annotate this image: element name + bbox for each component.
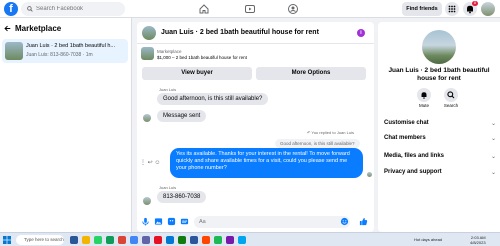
section-privacy-support[interactable]: Privacy and support ⌄ (384, 169, 496, 176)
search-icon (27, 6, 33, 12)
clock-date: 4/8/2023 (470, 240, 486, 245)
menu-button[interactable] (445, 2, 459, 16)
word-icon[interactable] (190, 236, 198, 244)
conversation-details-panel: Juan Luis · 2 bed 1bath beautiful house … (378, 22, 500, 232)
weather-widget[interactable]: Hot days ahead (414, 237, 442, 242)
reply-icon[interactable]: ↩ (148, 160, 153, 166)
chevron-down-icon: ⌄ (490, 121, 496, 127)
emoji-icon[interactable] (340, 217, 349, 226)
search-icon (447, 91, 455, 99)
incoming-message[interactable]: Message sent (157, 110, 207, 122)
chevron-down-icon: ⌄ (490, 136, 496, 142)
profile-avatar[interactable] (481, 2, 495, 16)
system-clock[interactable]: 2:03 AM 4/8/2023 (470, 235, 486, 245)
search-bar[interactable] (21, 2, 125, 16)
sender-avatar (143, 114, 151, 122)
message-actions: ⋮ ↩ ☺ (140, 159, 161, 166)
search-label: Search (443, 103, 459, 108)
chat-panel: Juan Luis · 2 bed 1bath beautiful house … (137, 22, 374, 232)
sender-name: Juan Luis (159, 185, 177, 190)
react-icon[interactable]: ☺ (154, 160, 160, 166)
notifications-badge: 8 (472, 1, 478, 6)
app-icon[interactable] (214, 236, 222, 244)
sender-name: Juan Luis (159, 87, 177, 92)
incoming-message[interactable]: 813-860-7038 (157, 191, 207, 203)
file-explorer-icon[interactable] (82, 236, 90, 244)
seen-indicator-avatar (367, 172, 372, 177)
listing-thumbnail (5, 42, 23, 60)
home-icon[interactable] (198, 3, 210, 15)
marketplace-inbox-sidebar: Marketplace Juan Luis · 2 bed 1bath beau… (0, 18, 132, 232)
incoming-message[interactable]: Good afternoon, is this still available? (157, 93, 269, 105)
image-icon[interactable] (154, 217, 163, 226)
back-arrow-icon[interactable] (4, 25, 11, 32)
app-icon[interactable] (154, 236, 162, 244)
sidebar-title: Marketplace (15, 24, 62, 33)
chat-avatar[interactable] (142, 26, 156, 40)
section-label: Chat members (384, 135, 426, 141)
app-icon[interactable] (226, 236, 234, 244)
chrome-icon[interactable] (130, 236, 138, 244)
section-label: Customise chat (384, 120, 429, 126)
listing-summary[interactable]: $1,000 – 2 bed 1bath beautiful house for… (157, 55, 247, 60)
bell-icon (421, 92, 427, 99)
section-label: Media, files and links (384, 153, 445, 159)
mute-button[interactable] (417, 88, 431, 102)
message-input[interactable] (194, 216, 350, 228)
app-icon[interactable] (106, 236, 114, 244)
view-buyer-button[interactable]: View buyer (142, 67, 252, 80)
section-media-files-links[interactable]: Media, files and links ⌄ (384, 153, 496, 160)
top-navigation-bar: f Find friends 8 (0, 0, 500, 18)
section-customise-chat[interactable]: Customise chat ⌄ (384, 120, 496, 127)
excel-icon[interactable] (178, 236, 186, 244)
search-input[interactable] (36, 6, 124, 12)
section-label: Privacy and support (384, 169, 442, 175)
reply-note: ↶ You replied to Juan Luis (307, 130, 354, 135)
sidebar-header: Marketplace (4, 24, 61, 33)
windows-taskbar: Type here to search Hot days ahead 2:03 … (0, 232, 500, 246)
reply-note-text: You replied to Juan Luis (311, 130, 354, 135)
app-icon[interactable] (142, 236, 150, 244)
thumbs-up-icon[interactable] (359, 217, 368, 226)
chevron-down-icon: ⌄ (490, 154, 496, 160)
conversation-title: Juan Luis · 2 bed 1bath beautiful h... (26, 43, 115, 49)
taskbar-search[interactable]: Type here to search (16, 235, 64, 245)
sticker-icon[interactable] (167, 217, 176, 226)
chevron-down-icon: ⌄ (490, 170, 496, 176)
sender-avatar (143, 197, 151, 205)
windows-start-icon[interactable] (3, 236, 11, 244)
grid-menu-icon (448, 5, 456, 13)
mute-label: Mute (418, 103, 429, 108)
video-icon[interactable] (244, 3, 256, 15)
details-title: Juan Luis · 2 bed 1bath beautiful house … (388, 67, 490, 82)
gif-icon[interactable]: GIF (180, 217, 189, 226)
task-view-icon[interactable] (70, 236, 78, 244)
groups-icon[interactable] (287, 3, 299, 15)
app-icon[interactable] (202, 236, 210, 244)
microphone-icon[interactable] (141, 217, 150, 226)
edge-icon[interactable] (166, 236, 174, 244)
conversation-preview: Juan Luis: 813-860-7038 · 1m (26, 52, 93, 58)
outgoing-message[interactable]: Yes its available. Thanks for your inter… (170, 148, 363, 178)
info-icon[interactable]: i (357, 29, 365, 37)
app-icon[interactable] (238, 236, 246, 244)
facebook-logo[interactable]: f (4, 2, 18, 16)
more-icon[interactable]: ⋮ (140, 160, 146, 166)
svg-text:GIF: GIF (182, 220, 187, 224)
section-chat-members[interactable]: Chat members ⌄ (384, 135, 496, 142)
marketplace-label: Marketplace (157, 49, 182, 54)
find-friends-button[interactable]: Find friends (402, 2, 442, 16)
whatsapp-icon[interactable] (94, 236, 102, 244)
listing-thumbnail[interactable] (141, 47, 154, 60)
chat-title[interactable]: Juan Luis · 2 bed 1bath beautiful house … (161, 29, 319, 36)
search-conversation-button[interactable] (444, 88, 458, 102)
listing-photo[interactable] (422, 30, 456, 64)
conversation-item[interactable]: Juan Luis · 2 bed 1bath beautiful h... J… (2, 39, 128, 63)
chat-header: Juan Luis · 2 bed 1bath beautiful house … (137, 22, 374, 44)
more-options-button[interactable]: More Options (256, 67, 366, 80)
message-composer: GIF (137, 214, 374, 230)
app-icon[interactable] (118, 236, 126, 244)
quoted-message[interactable]: Good afternoon, is this still available? (275, 139, 360, 148)
